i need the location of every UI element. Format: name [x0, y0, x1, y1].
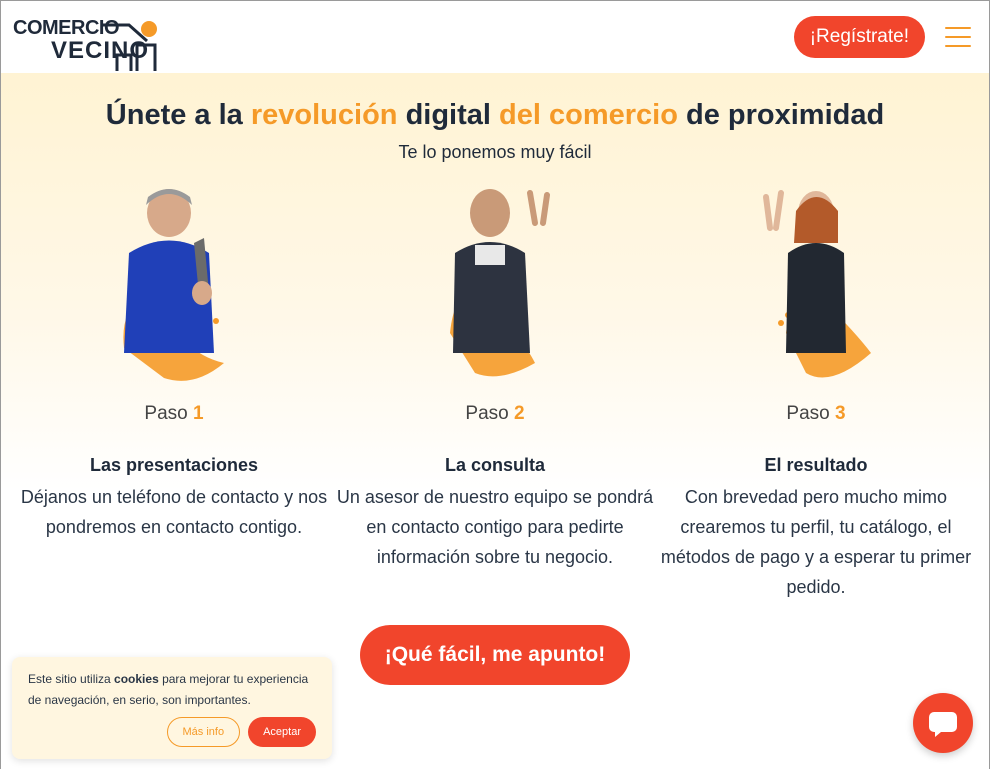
step-1-title: Las presentaciones	[89, 455, 259, 475]
header-actions: ¡Regístrate!	[793, 16, 977, 58]
step-3-description: Con brevedad pero mucho mimo crearemos t…	[660, 487, 972, 597]
hamburger-icon[interactable]	[945, 27, 971, 47]
page-title: Únete a la revolución digital del comerc…	[105, 99, 885, 131]
step-3-label: Paso 3	[786, 403, 846, 424]
step-card-1: Paso 1 Las presentaciones Déjanos un tel…	[14, 183, 334, 542]
logo-house-icon	[103, 21, 157, 71]
cookie-text: Este sitio utiliza cookies para mejorar …	[28, 672, 309, 707]
step-1-photo	[84, 183, 264, 383]
chat-bubble-icon[interactable]	[913, 693, 973, 753]
step-1-label: Paso 1	[144, 403, 204, 424]
cookie-accept-button[interactable]: Aceptar	[248, 717, 316, 747]
cookie-banner: Este sitio utiliza cookies para mejorar …	[12, 657, 332, 759]
step-2-photo	[405, 183, 585, 383]
site-header: COMERCIO VECINO ¡Regístrate!	[1, 1, 989, 73]
signup-cta-button[interactable]: ¡Qué fácil, me apunto!	[360, 625, 630, 685]
register-button[interactable]: ¡Regístrate!	[793, 16, 925, 58]
step-2-label: Paso 2	[465, 403, 525, 424]
step-3-title: El resultado	[764, 455, 868, 475]
step-2-description: Un asesor de nuestro equipo se pondrá en…	[336, 487, 654, 567]
comercio-vecino-logo[interactable]: COMERCIO VECINO	[13, 11, 158, 71]
step-3-photo	[726, 183, 906, 383]
step-card-2: Paso 2 La consulta Un asesor de nuestro …	[335, 183, 655, 572]
cookie-actions: Más info Aceptar	[166, 717, 316, 747]
cookie-more-info-button[interactable]: Más info	[166, 717, 241, 747]
step-2-title: La consulta	[444, 455, 546, 475]
page-subtitle: Te lo ponemos muy fácil	[398, 142, 592, 162]
step-card-3: Paso 3 El resultado Con brevedad pero mu…	[656, 183, 976, 602]
step-1-description: Déjanos un teléfono de contacto y nos po…	[20, 487, 328, 537]
